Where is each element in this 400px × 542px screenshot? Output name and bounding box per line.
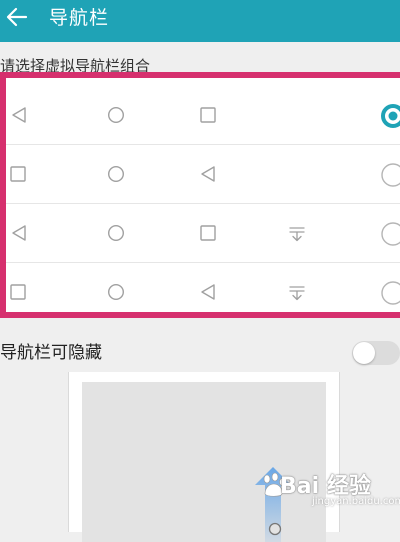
back-icon bbox=[201, 166, 215, 182]
back-icon bbox=[12, 225, 26, 241]
home-icon bbox=[107, 224, 125, 242]
radio-unselected-icon[interactable] bbox=[380, 221, 400, 247]
back-icon bbox=[201, 284, 215, 300]
toggle-knob bbox=[353, 342, 375, 364]
watermark-url: jingyan.baidu.com bbox=[312, 496, 400, 507]
recents-icon bbox=[10, 284, 26, 300]
radio-selected-icon[interactable] bbox=[380, 103, 400, 129]
home-indicator-icon bbox=[268, 522, 282, 536]
radio-unselected-icon[interactable] bbox=[380, 280, 400, 306]
app-header: 导航栏 bbox=[0, 0, 400, 42]
notification-pulldown-icon bbox=[289, 286, 305, 301]
hide-navbar-label: 导航栏可隐藏 bbox=[0, 343, 102, 363]
notification-pulldown-icon bbox=[289, 227, 305, 242]
nav-option-1[interactable] bbox=[6, 86, 400, 145]
hide-navbar-toggle[interactable] bbox=[352, 341, 400, 365]
nav-option-4[interactable] bbox=[6, 263, 400, 321]
nav-combination-options bbox=[0, 72, 400, 318]
recents-icon bbox=[200, 225, 216, 241]
baidu-jingyan-watermark: Bai 经验 jingyan.baidu.com bbox=[258, 470, 400, 510]
preview-phone-screen bbox=[82, 382, 326, 542]
page-title: 导航栏 bbox=[49, 7, 110, 29]
home-icon bbox=[107, 283, 125, 301]
radio-unselected-icon[interactable] bbox=[380, 162, 400, 188]
recents-icon bbox=[200, 107, 216, 123]
home-icon bbox=[107, 165, 125, 183]
arrow-left-icon[interactable] bbox=[4, 4, 30, 30]
back-icon bbox=[12, 107, 26, 123]
nav-option-2[interactable] bbox=[6, 145, 400, 204]
recents-icon bbox=[10, 166, 26, 182]
home-icon bbox=[107, 106, 125, 124]
nav-option-3[interactable] bbox=[6, 204, 400, 263]
